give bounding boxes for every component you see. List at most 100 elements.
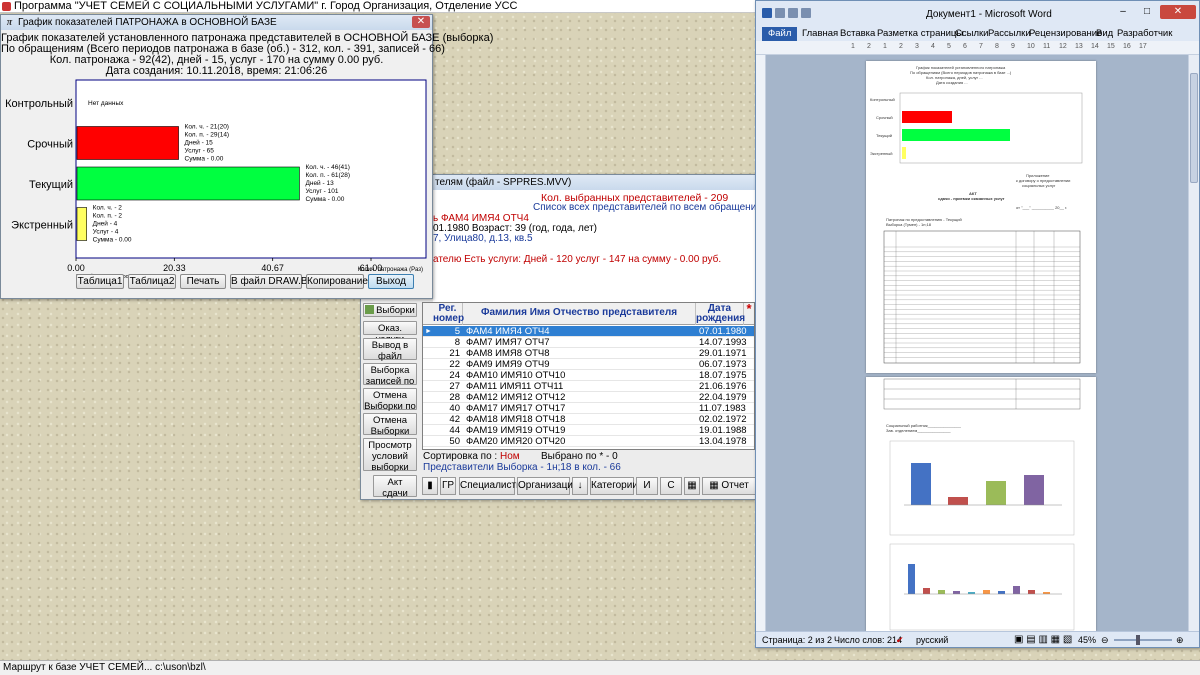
doc-page-2[interactable]: Социальный работник_______________ Зав. … — [866, 377, 1096, 631]
view-conditions-button[interactable]: Просмотр условий выборки — [363, 438, 417, 473]
tab-developer[interactable]: Разработчик — [1117, 27, 1172, 41]
cell-fio: ФАМ19 ИМЯ19 ОТЧ19 — [466, 425, 566, 436]
category-label: Экстренный — [11, 220, 73, 232]
close-icon[interactable]: ✕ — [1160, 5, 1196, 19]
services-button[interactable]: Оказ. услуги — [363, 321, 417, 345]
table-row[interactable]: 27 ФАМ11 ИМЯ11 ОТЧ11 21.06.1976 — [423, 381, 754, 392]
ribbon-tabs: Файл Главная Вставка Разметка страницы С… — [756, 27, 1199, 41]
excel-or-button[interactable]: С — [660, 477, 682, 495]
tab-mailings[interactable]: Рассылки — [988, 27, 1031, 41]
tab-references[interactable]: Ссылки — [955, 27, 988, 41]
report-button[interactable]: ▦ Отчет — [702, 477, 756, 495]
document-area[interactable]: График показателей установленного патрон… — [766, 55, 1188, 631]
filter-icon — [365, 305, 375, 314]
word-window: Документ1 - Microsoft Word – □ ✕ Файл Гл… — [755, 0, 1200, 648]
organizations-button[interactable]: Организации — [517, 477, 578, 495]
save-icon[interactable] — [775, 8, 785, 18]
zoom-slider-thumb[interactable] — [1136, 635, 1140, 645]
zoom-slider[interactable] — [1114, 639, 1172, 641]
pi-icon: π — [6, 17, 13, 28]
col-birth[interactable]: Дата рождения — [696, 303, 745, 325]
tab-review[interactable]: Рецензирование — [1029, 27, 1102, 41]
maximize-icon[interactable]: □ — [1136, 5, 1158, 19]
selections-button[interactable]: Выборки — [363, 303, 417, 317]
zoom-in-icon[interactable]: ⊕ — [1176, 632, 1184, 648]
select-records-button[interactable]: Выборка записей по * — [363, 363, 417, 398]
bar-data-label: Дней - 4 — [93, 220, 118, 228]
table-row[interactable]: 50 ФАМ20 ИМЯ20 ОТЧ20 13.04.1978 — [423, 436, 754, 447]
representatives-grid[interactable]: Рег. номер Фамилия Имя Отчество представ… — [422, 302, 755, 450]
rep-info-panel: Кол. выбранных представителей - 209 Спис… — [433, 190, 769, 312]
table-row[interactable]: 24 ФАМ10 ИМЯ10 ОТЧ10 18.07.1975 — [423, 370, 754, 381]
cell-birthdate: 06.07.1973 — [699, 359, 747, 370]
excel-icon[interactable]: ▦ — [684, 477, 700, 495]
view-buttons[interactable]: ▣ ▤ ▥ ▦ ▧ — [1014, 632, 1072, 648]
doc-bar-chart-2 — [889, 543, 1075, 631]
excel-and-button[interactable]: И — [636, 477, 658, 495]
exit-button[interactable]: Выход — [368, 274, 414, 289]
tab-home[interactable]: Главная — [802, 27, 838, 41]
minimize-icon[interactable]: – — [1112, 5, 1134, 19]
bar-data-label: Кол. ч. - 46(41) — [305, 164, 349, 171]
tab-view[interactable]: Вид — [1096, 27, 1113, 41]
status-language[interactable]: русский — [916, 632, 948, 648]
copy-button[interactable]: Копирование — [306, 274, 368, 289]
scroll-thumb[interactable] — [1190, 73, 1198, 183]
sort-value[interactable]: Ном — [500, 451, 520, 462]
vertical-ruler[interactable] — [756, 55, 766, 631]
vertical-scrollbar[interactable] — [1188, 55, 1199, 631]
zoom-out-icon[interactable]: ⊖ — [1101, 632, 1109, 648]
table-row[interactable]: 22 ФАМ9 ИМЯ9 ОТЧ9 06.07.1973 — [423, 359, 754, 370]
doc-page-1[interactable]: График показателей установленного патрон… — [866, 61, 1096, 373]
save-bmp-button[interactable]: В файл DRAW.BMP — [230, 274, 323, 289]
close-icon[interactable]: ✕ — [412, 16, 430, 28]
categories-button[interactable]: Категории — [590, 477, 638, 495]
table2-button[interactable]: Таблица2 — [128, 274, 176, 289]
app-title: Программа "УЧЕТ СЕМЕЙ С СОЦИАЛЬНЫМИ УСЛУ… — [14, 0, 518, 12]
table-row[interactable]: 44 ФАМ19 ИМЯ19 ОТЧ19 19.01.1988 — [423, 425, 754, 436]
specialists-button[interactable]: Специалисты — [459, 477, 523, 495]
act-button[interactable]: Акт сдачи — [373, 475, 417, 499]
zoom-level[interactable]: 45% — [1078, 632, 1096, 648]
cancel-select-star-button[interactable]: Отмена Выборки по * — [363, 388, 417, 423]
chart-icon[interactable]: ▮ — [422, 477, 438, 495]
col-reg[interactable]: Рег. номер — [433, 303, 464, 325]
sort-icon[interactable]: ↓ — [572, 477, 588, 495]
bar-data-label: Кол. ч. - 21(20) — [185, 124, 229, 131]
status-words[interactable]: Число слов: 214 — [834, 632, 902, 648]
table-row[interactable]: 28 ФАМ12 ИМЯ12 ОТЧ12 22.04.1979 — [423, 392, 754, 403]
bar-chart: Контрольный Нет данных Срочный Кол. ч. - 21… — [5, 79, 427, 278]
gr-button[interactable]: ГР — [440, 477, 456, 495]
undo-icon[interactable] — [788, 8, 798, 18]
redo-icon[interactable] — [801, 8, 811, 18]
doc-chart1-bar — [986, 481, 1006, 505]
cell-birthdate: 02.02.1972 — [699, 414, 747, 425]
table-row[interactable]: 8 ФАМ7 ИМЯ7 ОТЧ7 14.07.1993 — [423, 337, 754, 348]
doc-table-frame — [883, 230, 1081, 364]
sort-line: Сортировка по : Ном — [423, 451, 520, 462]
table-row[interactable]: 21 ФАМ8 ИМЯ8 ОТЧ8 29.01.1971 — [423, 348, 754, 359]
cell-reg: 50 — [449, 436, 460, 447]
col-fio[interactable]: Фамилия Имя Отчество представителя — [463, 303, 696, 325]
doc-chart2-bar — [1043, 592, 1050, 594]
quick-access-toolbar — [762, 8, 822, 20]
tab-insert[interactable]: Вставка — [840, 27, 875, 41]
print-button[interactable]: Печать — [180, 274, 226, 289]
table-row[interactable]: ► 5 ФАМ4 ИМЯ4 ОТЧ4 07.01.1980 — [423, 326, 754, 337]
cancel-select-button[interactable]: Отмена Выборки — [363, 413, 417, 437]
doc-mini-chart — [899, 92, 1083, 164]
bar — [76, 207, 87, 241]
export-print-button[interactable]: Вывод в файл Печать — [363, 338, 417, 373]
tab-layout[interactable]: Разметка страницы — [877, 27, 963, 41]
bar — [76, 126, 179, 160]
table-row[interactable]: 40 ФАМ17 ИМЯ17 ОТЧ17 11.07.1983 — [423, 403, 754, 414]
table1-button[interactable]: Таблица1 — [76, 274, 124, 289]
horizontal-ruler[interactable]: 1 2 1 2 3 4 5 6 7 8 9 10 11 12 13 14 15 16 17 — [756, 41, 1199, 55]
spellcheck-icon[interactable]: ✔ — [896, 632, 904, 648]
tab-file[interactable]: Файл — [762, 27, 798, 41]
status-page[interactable]: Страница: 2 из 2 — [762, 632, 832, 648]
bar-data-label: Услуг - 101 — [305, 188, 338, 195]
doc-chart1-bar — [948, 497, 968, 505]
table-row[interactable]: 42 ФАМ18 ИМЯ18 ОТЧ18 02.02.1972 — [423, 414, 754, 425]
x-tick-label: 0.00 — [67, 263, 85, 273]
